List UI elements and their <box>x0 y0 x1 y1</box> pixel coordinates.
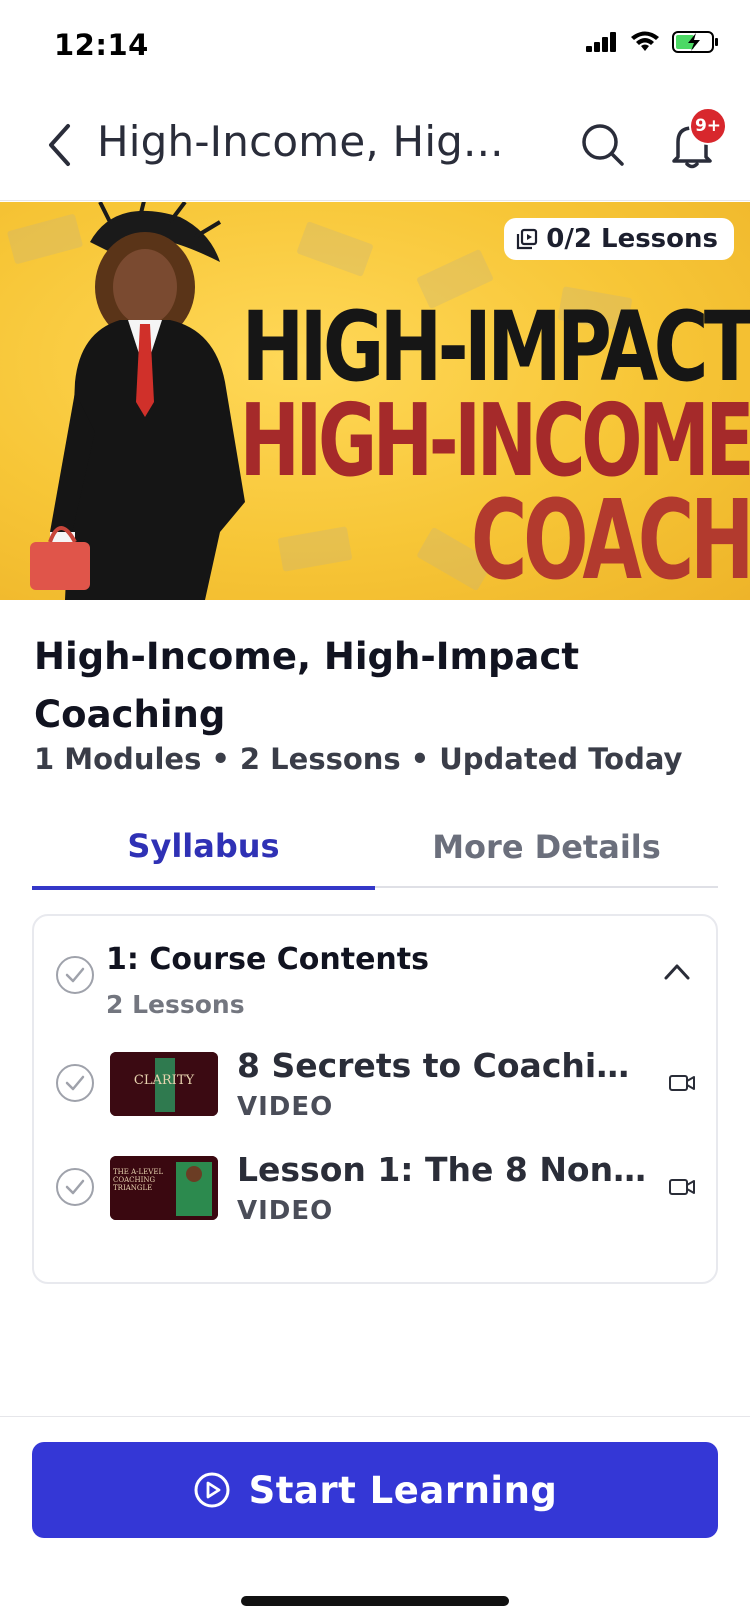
lesson-item[interactable]: THE A-LEVEL COACHING TRIANGLE Lesson 1: … <box>34 1144 720 1234</box>
search-icon <box>582 124 624 166</box>
course-meta: 1 Modules • 2 Lessons • Updated Today <box>34 742 682 776</box>
start-learning-button[interactable]: Start Learning <box>32 1442 718 1538</box>
lesson-thumb-text: THE A-LEVEL COACHING TRIANGLE <box>113 1168 164 1192</box>
module-check-icon <box>56 956 94 994</box>
course-tabs: Syllabus More Details <box>32 806 718 890</box>
lesson-check-icon <box>56 1168 94 1206</box>
back-button[interactable] <box>36 117 82 173</box>
lesson-thumbnail-art: CLARITY <box>110 1052 218 1116</box>
lesson-title: 8 Secrets to Coachin... <box>237 1046 647 1085</box>
module-card: 1: Course Contents 2 Lessons CLARITY 8 S… <box>32 914 718 1284</box>
lesson-thumb-text: CLARITY <box>134 1073 195 1088</box>
lesson-thumbnail: THE A-LEVEL COACHING TRIANGLE <box>110 1156 218 1220</box>
chevron-left-icon <box>49 124 70 166</box>
modules-count: 1 Modules <box>34 742 202 776</box>
lesson-thumbnail: CLARITY <box>110 1052 218 1116</box>
module-header[interactable]: 1: Course Contents 2 Lessons <box>34 916 720 1026</box>
bottom-divider <box>0 1416 750 1417</box>
chevron-up-icon[interactable] <box>662 960 692 984</box>
battery-charging-icon <box>672 31 718 53</box>
search-button[interactable] <box>578 117 628 173</box>
lessons-count: 2 Lessons <box>239 742 401 776</box>
module-lesson-count: 2 Lessons <box>106 990 245 1019</box>
lesson-type: VIDEO <box>237 1092 334 1122</box>
home-indicator[interactable] <box>241 1596 509 1606</box>
lesson-title: Lesson 1: The 8 Non-... <box>237 1150 647 1189</box>
lesson-item[interactable]: CLARITY 8 Secrets to Coachin... VIDEO <box>34 1040 720 1130</box>
video-camera-icon <box>669 1179 695 1195</box>
lesson-thumbnail-art: THE A-LEVEL COACHING TRIANGLE <box>110 1156 218 1220</box>
banner-line-2: HIGH-INCOME <box>239 382 750 500</box>
play-circle-icon <box>194 1472 230 1508</box>
page-title: High-Income, Hig... <box>97 117 504 166</box>
cellular-signal-icon <box>586 32 616 52</box>
banner-headline: HIGH-IMPACT HIGH-INCOME COACH <box>41 291 750 600</box>
wifi-icon <box>631 31 659 51</box>
tab-more-details[interactable]: More Details <box>375 806 718 888</box>
lessons-progress-text: 0/2 Lessons <box>546 224 718 254</box>
lesson-type: VIDEO <box>237 1196 334 1226</box>
video-camera-icon <box>669 1075 695 1091</box>
banner-line-3: COACH <box>470 476 750 600</box>
course-title: High-Income, High-Impact Coaching <box>34 635 580 736</box>
status-bar: 12:14 <box>0 0 750 90</box>
module-title: 1: Course Contents <box>106 942 429 977</box>
course-banner: HIGH-IMPACT HIGH-INCOME COACH 0/2 Lesson… <box>0 202 750 600</box>
start-learning-label: Start Learning <box>248 1468 558 1512</box>
updated-label: Updated Today <box>439 742 683 776</box>
notification-badge: 9+ <box>689 107 727 145</box>
tab-syllabus[interactable]: Syllabus <box>32 806 375 890</box>
status-icons <box>586 30 720 54</box>
lessons-stack-icon <box>517 228 538 250</box>
status-time: 12:14 <box>54 28 149 62</box>
lessons-progress-pill: 0/2 Lessons <box>504 218 734 260</box>
meta-separator: • <box>211 742 230 776</box>
top-app-bar: High-Income, Hig... <box>0 95 750 201</box>
banner-line-1: HIGH-IMPACT <box>241 291 750 403</box>
lesson-check-icon <box>56 1064 94 1102</box>
meta-separator: • <box>410 742 430 776</box>
